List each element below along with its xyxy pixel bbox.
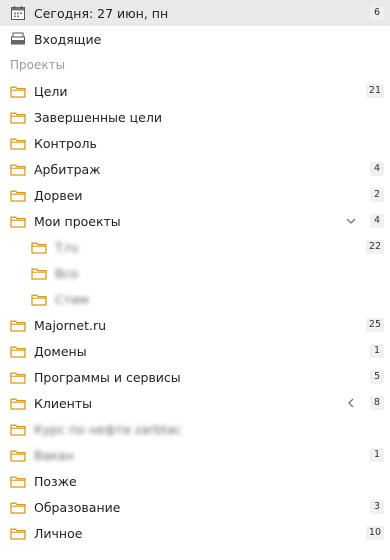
folder-icon — [10, 109, 26, 125]
chevron-down-icon[interactable] — [344, 214, 358, 228]
project-item[interactable]: Всо — [0, 260, 390, 286]
folder-icon — [10, 343, 26, 359]
folder-icon — [10, 447, 26, 463]
chevron-left-icon[interactable] — [344, 396, 358, 410]
project-label: Majornet.ru — [34, 317, 107, 333]
folder-icon — [10, 83, 26, 99]
project-item[interactable]: Стим — [0, 286, 390, 312]
folder-icon — [10, 525, 26, 541]
project-item[interactable]: Завершенные цели — [0, 104, 390, 130]
project-label: Вакан — [34, 447, 74, 463]
folder-icon — [10, 395, 26, 411]
project-count-badge: 4 — [370, 162, 384, 176]
project-item[interactable]: Вакан 1 — [0, 442, 390, 468]
inbox-icon — [10, 31, 26, 47]
project-count-badge: 3 — [370, 500, 384, 514]
folder-icon — [10, 187, 26, 203]
project-label: Курс по нефти zarbtac — [34, 421, 182, 437]
project-item[interactable]: Цели 21 — [0, 78, 390, 104]
project-count-badge: 1 — [370, 344, 384, 358]
folder-icon — [10, 213, 26, 229]
projects-list: Цели 21 Завершенные цели Контроль Арбитраж 4 Д… — [0, 78, 390, 546]
folder-icon — [31, 265, 47, 281]
folder-icon — [31, 291, 47, 307]
project-label: Всо — [55, 265, 79, 281]
folder-icon — [10, 317, 26, 333]
project-item[interactable]: Домены 1 — [0, 338, 390, 364]
folder-icon — [10, 473, 26, 489]
project-label: Контроль — [34, 135, 97, 151]
projects-section-title: Проекты — [10, 58, 66, 72]
project-item[interactable]: Курс по нефти zarbtac — [0, 416, 390, 442]
project-count-badge: 10 — [365, 526, 384, 540]
project-label: Личное — [34, 525, 83, 541]
project-count-badge: 22 — [365, 240, 384, 254]
inbox-item[interactable]: Входящие — [0, 26, 390, 52]
folder-icon — [10, 499, 26, 515]
project-count-badge: 4 — [370, 214, 384, 228]
today-label: Сегодня: 27 июн, пн — [34, 5, 169, 21]
project-label: Образование — [34, 499, 121, 515]
project-label: Позже — [34, 473, 77, 489]
project-item[interactable]: Арбитраж 4 — [0, 156, 390, 182]
project-item[interactable]: T.ru 22 — [0, 234, 390, 260]
project-item[interactable]: Majornet.ru 25 — [0, 312, 390, 338]
project-label: Завершенные цели — [34, 109, 162, 125]
sidebar-list: Сегодня: 27 июн, пн 6 Входящие Проекты Ц… — [0, 0, 390, 546]
project-label: Арбитраж — [34, 161, 101, 177]
project-count-badge: 8 — [370, 396, 384, 410]
project-item[interactable]: Образование 3 — [0, 494, 390, 520]
project-item[interactable]: Программы и сервисы 5 — [0, 364, 390, 390]
project-label: T.ru — [55, 239, 79, 255]
project-count-badge: 21 — [365, 84, 384, 98]
project-count-badge: 2 — [370, 188, 384, 202]
folder-icon — [31, 239, 47, 255]
project-label: Клиенты — [34, 395, 93, 411]
folder-icon — [10, 421, 26, 437]
project-item[interactable]: Личное 10 — [0, 520, 390, 546]
project-item[interactable]: Мои проекты 4 — [0, 208, 390, 234]
folder-icon — [10, 161, 26, 177]
folder-icon — [10, 369, 26, 385]
project-item[interactable]: Клиенты 8 — [0, 390, 390, 416]
project-label: Мои проекты — [34, 213, 121, 229]
project-label: Цели — [34, 83, 68, 99]
folder-icon — [10, 135, 26, 151]
calendar-icon — [10, 5, 26, 21]
today-item[interactable]: Сегодня: 27 июн, пн 6 — [0, 0, 390, 26]
project-label: Дорвеи — [34, 187, 83, 203]
inbox-label: Входящие — [34, 31, 102, 47]
project-item[interactable]: Позже — [0, 468, 390, 494]
project-label: Стим — [55, 291, 89, 307]
project-count-badge: 25 — [365, 318, 384, 332]
project-item[interactable]: Дорвеи 2 — [0, 182, 390, 208]
project-count-badge: 5 — [370, 370, 384, 384]
project-count-badge: 1 — [370, 448, 384, 462]
today-count-badge: 6 — [370, 6, 384, 20]
project-item[interactable]: Контроль — [0, 130, 390, 156]
project-label: Программы и сервисы — [34, 369, 181, 385]
project-label: Домены — [34, 343, 87, 359]
